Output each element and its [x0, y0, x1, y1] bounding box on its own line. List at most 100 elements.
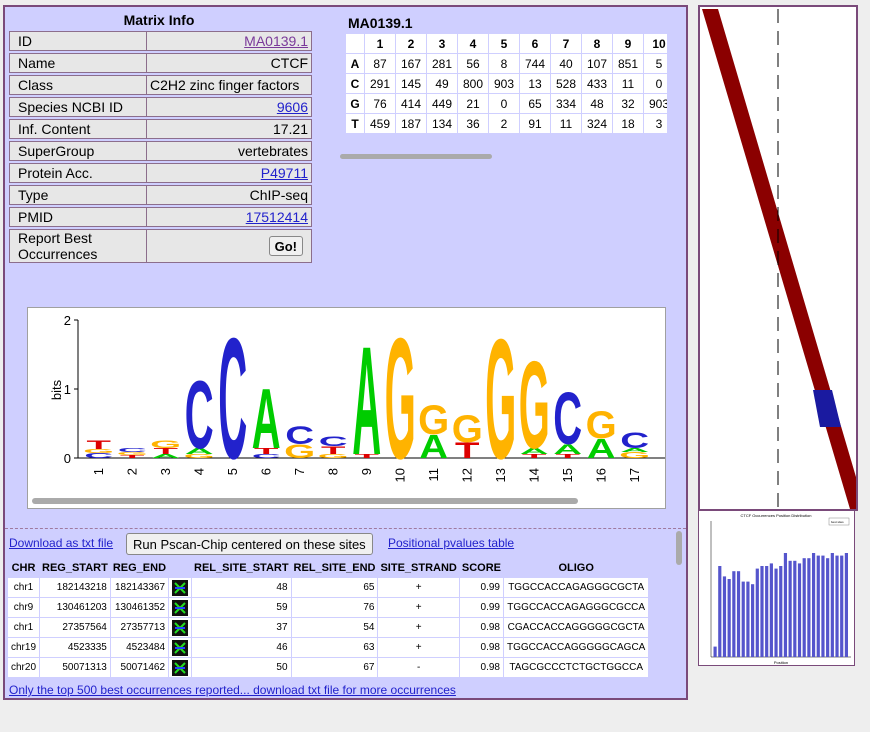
distribution-bar [722, 576, 727, 657]
pfm-cell: 134 [427, 114, 457, 133]
pfm-cell: 433 [582, 74, 612, 93]
pfm-cell: 32 [613, 94, 643, 113]
distribution-bar [816, 555, 820, 657]
distribution-bar [765, 566, 769, 657]
pfm-cell: 76 [365, 94, 395, 113]
pfm-scrollbar[interactable] [340, 154, 492, 159]
site-logo-icon[interactable] [172, 599, 189, 616]
pfm-cell: 11 [613, 74, 643, 93]
protein-link[interactable]: P49711 [261, 165, 308, 181]
cell-oligo: TGGCCACCAGAGGGCGCTA [504, 578, 649, 597]
logo-letter-g: G [519, 336, 550, 475]
distribution-bar [755, 568, 759, 657]
logo-letter-t: T [87, 438, 111, 452]
logo-x-tick-label: 1 [91, 468, 106, 475]
pmid-link[interactable]: 17512414 [246, 209, 308, 225]
pfm-cell: 0 [644, 74, 667, 93]
table-row: chr1 182143218 182143367 48 65 +0.99 TGGCCACCA… [8, 578, 649, 597]
cell-reg-start: 130461203 [40, 598, 110, 617]
site-logo-icon[interactable] [172, 579, 189, 596]
pfm-cell: 18 [613, 114, 643, 133]
logo-scrollbar[interactable] [32, 498, 578, 504]
distribution-bar [793, 560, 797, 657]
site-logo-icon[interactable] [172, 659, 189, 676]
logo-letter-c: C [185, 360, 214, 468]
distribution-bar [797, 563, 802, 657]
cell-score: 0.98 [459, 638, 503, 657]
cell-chr: chr1 [8, 618, 40, 637]
pfm-cell: 11 [551, 114, 581, 133]
pfm-row-header: T [346, 114, 364, 133]
logo-letter-a: A [252, 372, 281, 467]
cell-reg-start: 4523335 [40, 638, 110, 657]
occurrences-table-container[interactable]: CHR REG_START REG_END REL_SITE_START REL… [7, 558, 677, 680]
positional-pvalues-link[interactable]: Positional pvalues table [388, 536, 514, 550]
cell-reg-start: 27357564 [40, 618, 110, 637]
logo-x-tick-label: 8 [325, 468, 340, 475]
column-header: OLIGO [504, 559, 649, 577]
pfm-col-header: 7 [551, 34, 581, 53]
pfm-row-g: G 76 414 449 21 0 65 334 48 32 903 [346, 94, 667, 113]
species-link[interactable]: 9606 [277, 99, 308, 115]
pfm-cell: 0 [489, 94, 519, 113]
cell-rel-site-end: 54 [291, 618, 378, 637]
cell-site-strand: + [378, 578, 459, 597]
heatmap-band [702, 9, 856, 509]
logo-letter-c: C [218, 308, 247, 493]
info-value: ChIP-seq [146, 185, 312, 205]
info-value: CTCF [146, 53, 312, 73]
info-value: 17512414 [146, 207, 312, 227]
pfm-cell: 3 [644, 114, 667, 133]
cell-score: 0.98 [459, 618, 503, 637]
pfm-row-header: C [346, 74, 364, 93]
distribution-x-label: Position [774, 660, 788, 665]
go-button[interactable]: Go! [268, 236, 303, 256]
info-row-name: Name CTCF [9, 53, 312, 73]
cell-rel-site-start: 37 [192, 618, 291, 637]
info-label: Protein Acc. [9, 163, 149, 183]
cell-score: 0.98 [459, 658, 503, 677]
logo-x-tick-label: 5 [225, 468, 240, 475]
distribution-bar [811, 553, 816, 657]
info-value: 9606 [146, 97, 312, 117]
info-row-protein: Protein Acc. P49711 [9, 163, 312, 183]
column-header: SCORE [459, 559, 503, 577]
logo-letter-c: C [553, 377, 582, 460]
pfm-cell: 87 [365, 54, 395, 73]
occurrences-body: chr1 182143218 182143367 48 65 +0.99 TGGCCACCA… [8, 578, 649, 677]
logo-x-tick-label: 15 [560, 468, 575, 482]
cell-reg-start: 50071313 [40, 658, 110, 677]
pfm-cell: 744 [520, 54, 550, 73]
pfm-row-a: A 87 167 281 56 8 744 40 107 851 5 [346, 54, 667, 73]
report-value: Go! [146, 229, 312, 263]
info-label: Class [9, 75, 149, 95]
top-500-note-link[interactable]: Only the top 500 best occurrences report… [9, 683, 456, 697]
id-link[interactable]: MA0139.1 [244, 33, 308, 49]
pfm-cell: 903 [644, 94, 667, 113]
logo-x-tick-label: 7 [292, 468, 307, 475]
run-pscan-chip-button[interactable]: Run Pscan-Chip centered on these sites [126, 533, 373, 555]
column-header: REL_SITE_START [192, 559, 291, 577]
pfm-table-container[interactable]: 1 2 3 4 5 6 7 8 9 10 A 87 167 281 56 8 7… [345, 33, 667, 139]
cell-site-strand: - [378, 658, 459, 677]
site-logo-icon[interactable] [172, 639, 189, 656]
pfm-cell: 107 [582, 54, 612, 73]
pfm-cell: 40 [551, 54, 581, 73]
logo-y-label: bits [49, 379, 64, 400]
heatmap-highlight [813, 390, 841, 427]
column-header: REG_END [110, 559, 169, 577]
logo-cell [169, 598, 192, 617]
info-label: Inf. Content [9, 119, 149, 139]
site-logo-icon[interactable] [172, 619, 189, 636]
distribution-bar [844, 553, 848, 657]
distribution-bar [788, 560, 792, 657]
report-label: Report Best Occurrences [9, 229, 149, 263]
download-txt-link[interactable]: Download as txt file [9, 536, 113, 550]
pfm-title: MA0139.1 [348, 15, 413, 31]
logo-letter-g: G [385, 308, 416, 493]
pfm-cell: 851 [613, 54, 643, 73]
pfm-cell: 2 [489, 114, 519, 133]
info-label: Type [9, 185, 149, 205]
matrix-info-title: Matrix Info [123, 12, 195, 28]
pfm-cell: 291 [365, 74, 395, 93]
